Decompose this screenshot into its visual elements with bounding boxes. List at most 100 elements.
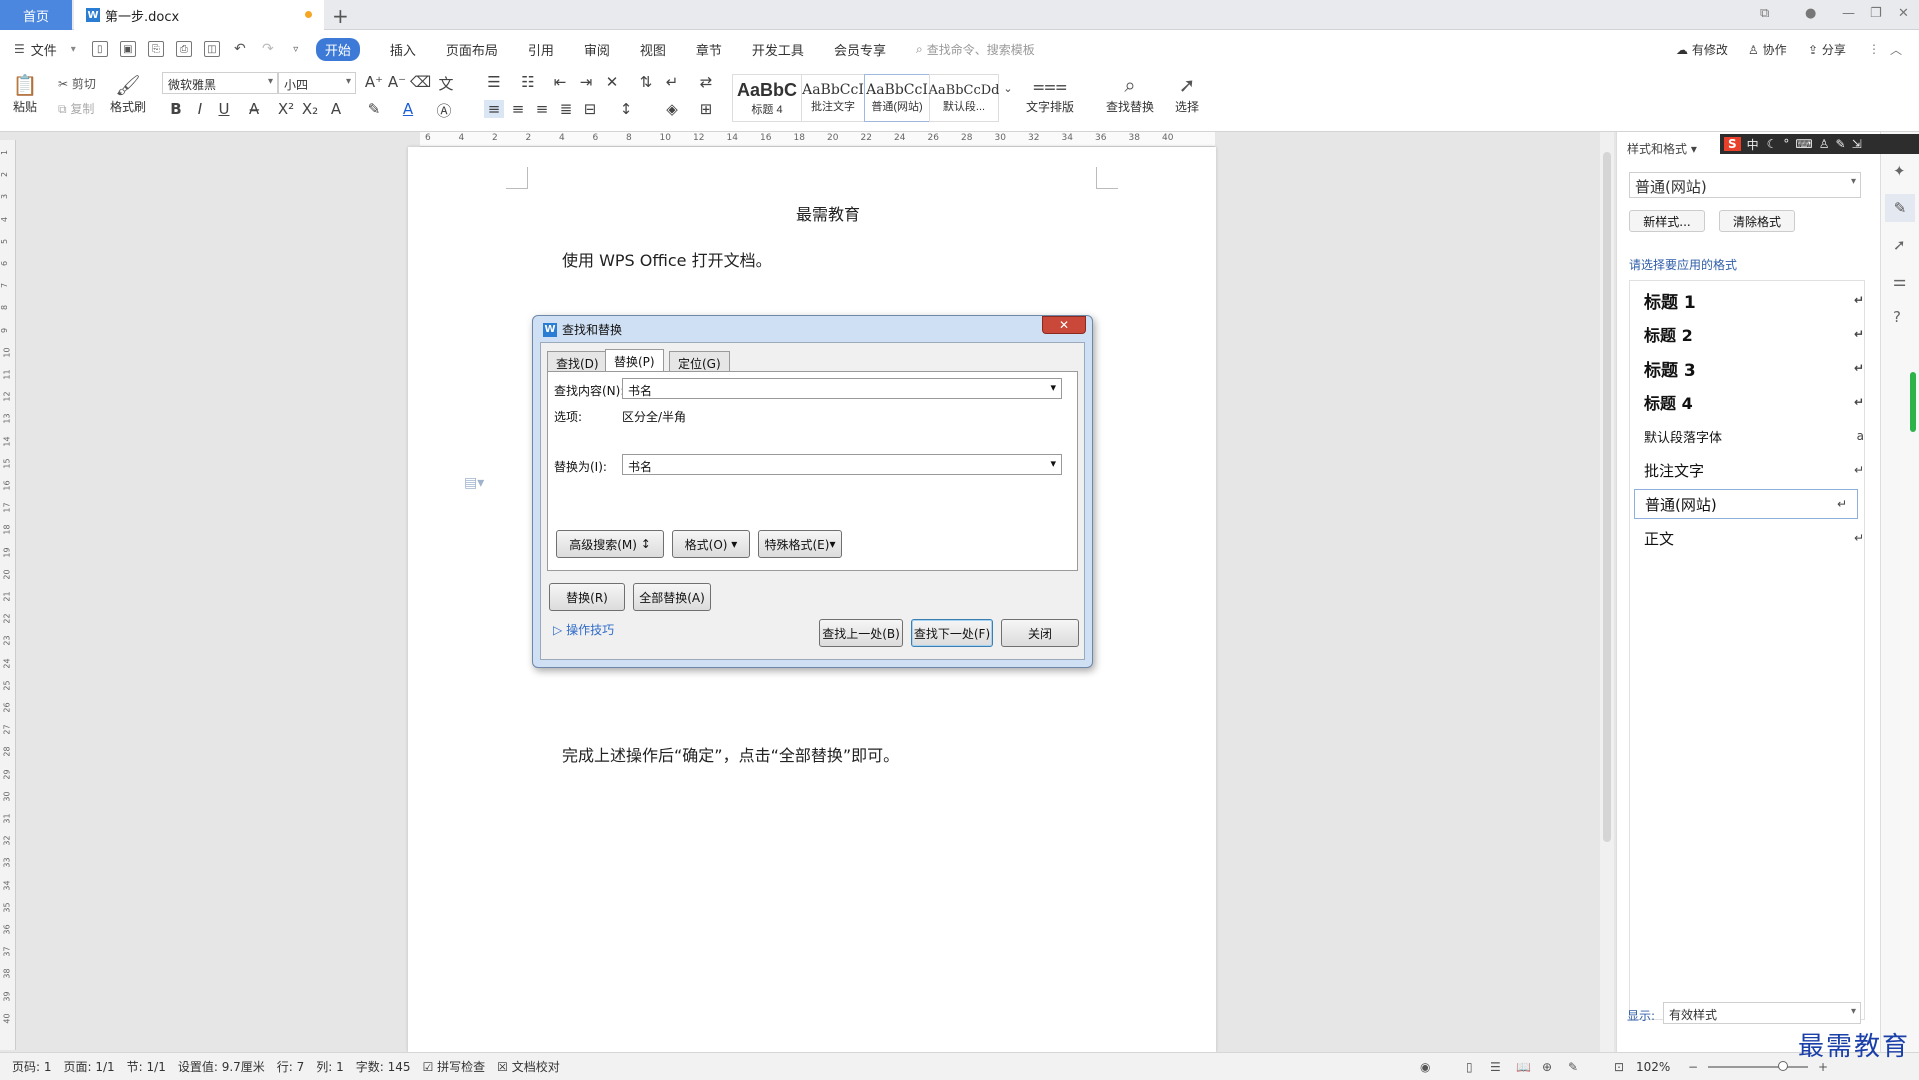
- eye-icon[interactable]: ◉: [1420, 1060, 1430, 1074]
- status-words[interactable]: 字数: 145: [356, 1058, 411, 1075]
- tab-document[interactable]: W 第一步.docx: [74, 0, 324, 30]
- menu-start[interactable]: 开始: [315, 37, 360, 61]
- layout-icon[interactable]: ⧉: [1760, 6, 1769, 21]
- menu-file[interactable]: 文件: [31, 40, 57, 59]
- share-button[interactable]: ⇪ 分享: [1808, 41, 1846, 58]
- select-pointer-icon[interactable]: ➚: [1893, 236, 1906, 254]
- format-painter-button[interactable]: 🖌 格式刷: [110, 72, 146, 115]
- status-pages[interactable]: 页面: 1/1: [64, 1058, 115, 1075]
- paste-button[interactable]: 📋 粘贴: [12, 72, 38, 115]
- more-icon[interactable]: ⋮: [1868, 42, 1880, 56]
- tab-replace[interactable]: 替换(P): [605, 349, 664, 372]
- align-center-icon[interactable]: ≡: [508, 100, 528, 118]
- export-pdf-icon[interactable]: ⎘: [147, 41, 164, 57]
- clear-format-button[interactable]: 清除格式: [1719, 210, 1795, 232]
- style-heading4[interactable]: AaBbC 标题 4: [732, 74, 802, 122]
- advanced-search-button[interactable]: 高级搜索(M) ↕: [556, 530, 664, 558]
- menu-view[interactable]: 视图: [640, 40, 666, 59]
- decrease-indent-icon[interactable]: ⇤: [550, 73, 570, 91]
- char-border-icon[interactable]: Ⓐ: [434, 100, 454, 121]
- replace-input[interactable]: 书名: [622, 454, 1062, 475]
- new-doc-icon[interactable]: ▯: [91, 41, 108, 57]
- horizontal-ruler[interactable]: 6 4 2 2 4 6 8 10 12 14 16 18 20 22 24 26 28 30 32 34 36 38 40: [420, 132, 1215, 147]
- style-item-heading1[interactable]: 标题 1 ↵: [1644, 285, 1874, 315]
- restore-icon[interactable]: ❐: [1870, 6, 1882, 21]
- style-item-comment[interactable]: 批注文字 ↵: [1644, 455, 1874, 485]
- dialog-close-icon[interactable]: ✕: [1042, 316, 1086, 334]
- current-style-select[interactable]: 普通(网站): [1629, 172, 1861, 198]
- style-item-body[interactable]: 正文 ↵: [1644, 523, 1874, 553]
- redo-icon[interactable]: ↷: [260, 41, 276, 57]
- cut-button[interactable]: ✂ 剪切: [58, 75, 96, 92]
- select-button[interactable]: ➚ 选择: [1174, 72, 1200, 115]
- line-spacing-icon[interactable]: ↕: [616, 100, 636, 118]
- tab-home[interactable]: 首页: [0, 0, 72, 30]
- style-brush-icon[interactable]: ✦: [1893, 162, 1906, 180]
- text-layout-button[interactable]: ⩶ 文字排版: [1026, 72, 1074, 115]
- tab-find[interactable]: 查找(D): [547, 351, 608, 371]
- style-normal-web[interactable]: AaBbCcI 普通(网站): [864, 74, 930, 122]
- close-button[interactable]: 关闭: [1001, 619, 1079, 647]
- scrollbar-thumb[interactable]: [1603, 152, 1611, 842]
- write-view-icon[interactable]: ✎: [1568, 1060, 1578, 1074]
- increase-indent-icon[interactable]: ⇥: [576, 73, 596, 91]
- show-filter-select[interactable]: 有效样式: [1663, 1002, 1861, 1024]
- menu-insert[interactable]: 插入: [390, 40, 416, 59]
- shading-icon[interactable]: ◈: [662, 100, 682, 118]
- pinyin-icon[interactable]: 文: [436, 73, 456, 94]
- close-window-icon[interactable]: ✕: [1898, 6, 1909, 21]
- print-icon[interactable]: ⎙: [175, 41, 192, 57]
- numbered-list-icon[interactable]: ☷: [518, 73, 538, 91]
- page-view-icon[interactable]: ▯: [1466, 1060, 1473, 1074]
- italic-icon[interactable]: I: [190, 100, 210, 118]
- new-tab-plus-icon[interactable]: +: [332, 4, 349, 28]
- special-format-button[interactable]: 特殊格式(E) ▾: [758, 530, 842, 558]
- command-search-input[interactable]: 查找命令、搜索模板: [927, 41, 1035, 58]
- shrink-font-icon[interactable]: A⁻: [387, 73, 407, 91]
- vertical-ruler[interactable]: 1 2 3 4 5 6 7 8 9 10 11 12 13 14 15 16 17 18 19 20 21 22 23 24 2…: [0, 140, 16, 1050]
- tips-link[interactable]: ▷ 操作技巧: [553, 621, 614, 638]
- outline-view-icon[interactable]: ☰: [1490, 1060, 1501, 1074]
- style-item-heading4[interactable]: 标题 4 ↵: [1644, 387, 1874, 417]
- spell-check-button[interactable]: ☑ 拼写检查: [423, 1058, 486, 1075]
- justify-icon[interactable]: ≣: [556, 100, 576, 118]
- style-item-normal-web[interactable]: 普通(网站) ↵: [1634, 489, 1858, 519]
- doc-proof-button[interactable]: ☒ 文档校对: [497, 1058, 560, 1075]
- highlight-icon[interactable]: ✎: [364, 100, 384, 118]
- ime-toolbar[interactable]: S 中 ☾°⌨♙✎⇲: [1720, 134, 1919, 154]
- menu-member[interactable]: 会员专享: [834, 40, 886, 59]
- strikethrough-icon[interactable]: A̶: [244, 100, 264, 118]
- customize-icon[interactable]: ▿: [288, 41, 304, 57]
- clear-format-icon[interactable]: ⌫: [410, 73, 431, 91]
- undo-icon[interactable]: ↶: [232, 41, 248, 57]
- grow-font-icon[interactable]: A⁺: [364, 73, 384, 91]
- font-name-select[interactable]: 微软雅黑: [162, 72, 278, 94]
- find-replace-button[interactable]: ⌕ 查找替换: [1106, 72, 1154, 115]
- collab-button[interactable]: ♙ 协作: [1748, 41, 1787, 58]
- show-marks-icon[interactable]: ↵: [662, 73, 682, 91]
- help-icon[interactable]: ?: [1893, 308, 1901, 326]
- has-changes-button[interactable]: ☁ 有修改: [1676, 41, 1728, 58]
- find-input[interactable]: 书名: [622, 378, 1062, 399]
- collapse-ribbon-icon[interactable]: ︿: [1890, 41, 1902, 58]
- read-view-icon[interactable]: 📖: [1516, 1060, 1531, 1074]
- style-item-heading2[interactable]: 标题 2 ↵: [1644, 319, 1874, 349]
- font-color-icon[interactable]: A: [398, 100, 418, 118]
- styles-expand-icon[interactable]: ⌄: [998, 82, 1018, 95]
- underline-icon[interactable]: U: [214, 100, 234, 118]
- format-button[interactable]: 格式(O) ▾: [672, 530, 750, 558]
- copy-button[interactable]: ⧉ 复制: [58, 100, 94, 117]
- styles-panel-header[interactable]: 样式和格式 ▾: [1627, 140, 1697, 157]
- edit-pen-icon[interactable]: ✎: [1885, 194, 1915, 222]
- zoom-level[interactable]: 102%: [1636, 1060, 1670, 1074]
- chinese-layout-icon[interactable]: ✕: [602, 73, 622, 91]
- menu-page-layout[interactable]: 页面布局: [446, 40, 498, 59]
- avatar[interactable]: ●: [1805, 6, 1816, 21]
- align-left-icon[interactable]: ≡: [484, 100, 504, 118]
- tab-goto[interactable]: 定位(G): [669, 351, 730, 371]
- tab-stop-icon[interactable]: ⇄: [696, 73, 716, 91]
- ime-tools-icon[interactable]: ☾°⌨♙✎⇲: [1767, 137, 1868, 151]
- menu-references[interactable]: 引用: [528, 40, 554, 59]
- style-item-default-font[interactable]: 默认段落字体 a: [1644, 421, 1874, 451]
- sort-icon[interactable]: ⇅: [636, 73, 656, 91]
